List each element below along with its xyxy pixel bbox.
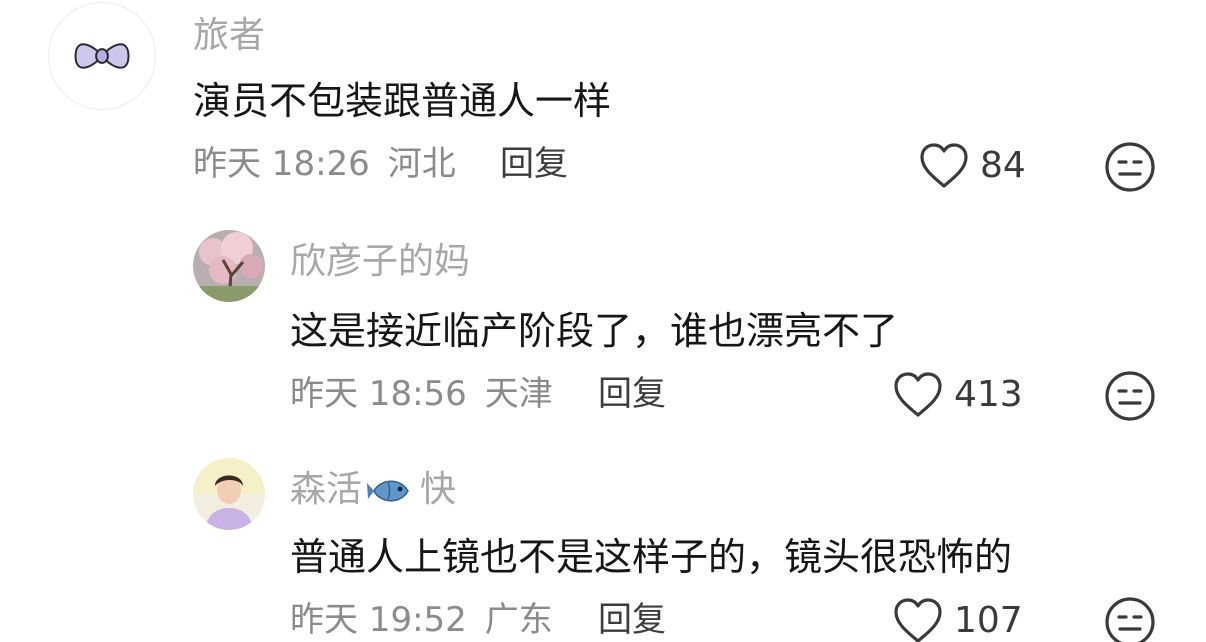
username[interactable]: 旅者 xyxy=(193,16,265,56)
comment-meta: 昨天 19:52 广东 xyxy=(290,600,553,640)
comment-text: 普通人上镜也不是这样子的，镜头很恐怖的 xyxy=(290,535,1013,579)
comment-item: 旅者 演员不包装跟普通人一样 昨天 18:26 河北 回复 84 xyxy=(0,0,1206,210)
reply-button[interactable]: 回复 xyxy=(598,600,666,640)
comment-text: 演员不包装跟普通人一样 xyxy=(193,79,612,123)
timestamp: 昨天 18:26 xyxy=(193,144,370,184)
bow-avatar-icon xyxy=(74,43,130,69)
like-count: 413 xyxy=(954,374,1023,415)
comment-meta: 昨天 18:26 河北 xyxy=(193,144,456,184)
neutral-face-icon xyxy=(1105,142,1155,192)
dislike-button[interactable] xyxy=(1104,370,1156,422)
like-count: 84 xyxy=(980,145,1026,186)
comment-meta: 昨天 18:56 天津 xyxy=(290,374,553,414)
username[interactable]: 欣彦子的妈 xyxy=(290,242,470,282)
cherry-blossom-avatar xyxy=(193,230,265,302)
location: 河北 xyxy=(387,144,456,184)
reply-button[interactable]: 回复 xyxy=(500,144,568,184)
comment-list: 旅者 演员不包装跟普通人一样 昨天 18:26 河北 回复 84 欣彦子的妈 这… xyxy=(0,0,1206,642)
neutral-face-icon xyxy=(1105,597,1155,642)
timestamp: 昨天 19:52 xyxy=(290,600,467,640)
location: 广东 xyxy=(484,600,553,640)
reply-item: 森活 快 普通人上镜也不是这样子的，镜头很恐怖的 昨天 19:52 广东 回复 1… xyxy=(0,440,1206,642)
like-count: 107 xyxy=(954,600,1023,641)
username-text: 快 xyxy=(420,469,457,510)
like-button[interactable]: 84 xyxy=(918,141,1026,191)
timestamp: 昨天 18:56 xyxy=(290,374,467,414)
reply-button[interactable]: 回复 xyxy=(598,374,666,414)
person-avatar xyxy=(193,458,265,530)
like-button[interactable]: 413 xyxy=(892,370,1023,420)
heart-icon xyxy=(894,598,942,642)
location: 天津 xyxy=(484,374,553,414)
avatar[interactable] xyxy=(48,2,156,110)
username[interactable]: 森活 快 xyxy=(290,470,456,510)
heart-icon xyxy=(894,372,942,417)
dislike-button[interactable] xyxy=(1104,596,1156,642)
fish-emoji-icon xyxy=(366,473,416,509)
username-text: 森活 xyxy=(290,469,363,510)
reply-item: 欣彦子的妈 这是接近临产阶段了，谁也漂亮不了 昨天 18:56 天津 回复 413 xyxy=(0,210,1206,440)
avatar[interactable] xyxy=(193,230,265,302)
like-button[interactable]: 107 xyxy=(892,596,1023,642)
heart-icon xyxy=(920,143,968,188)
dislike-button[interactable] xyxy=(1104,141,1156,193)
neutral-face-icon xyxy=(1105,371,1155,421)
comment-text: 这是接近临产阶段了，谁也漂亮不了 xyxy=(290,309,899,353)
avatar[interactable] xyxy=(193,458,265,530)
